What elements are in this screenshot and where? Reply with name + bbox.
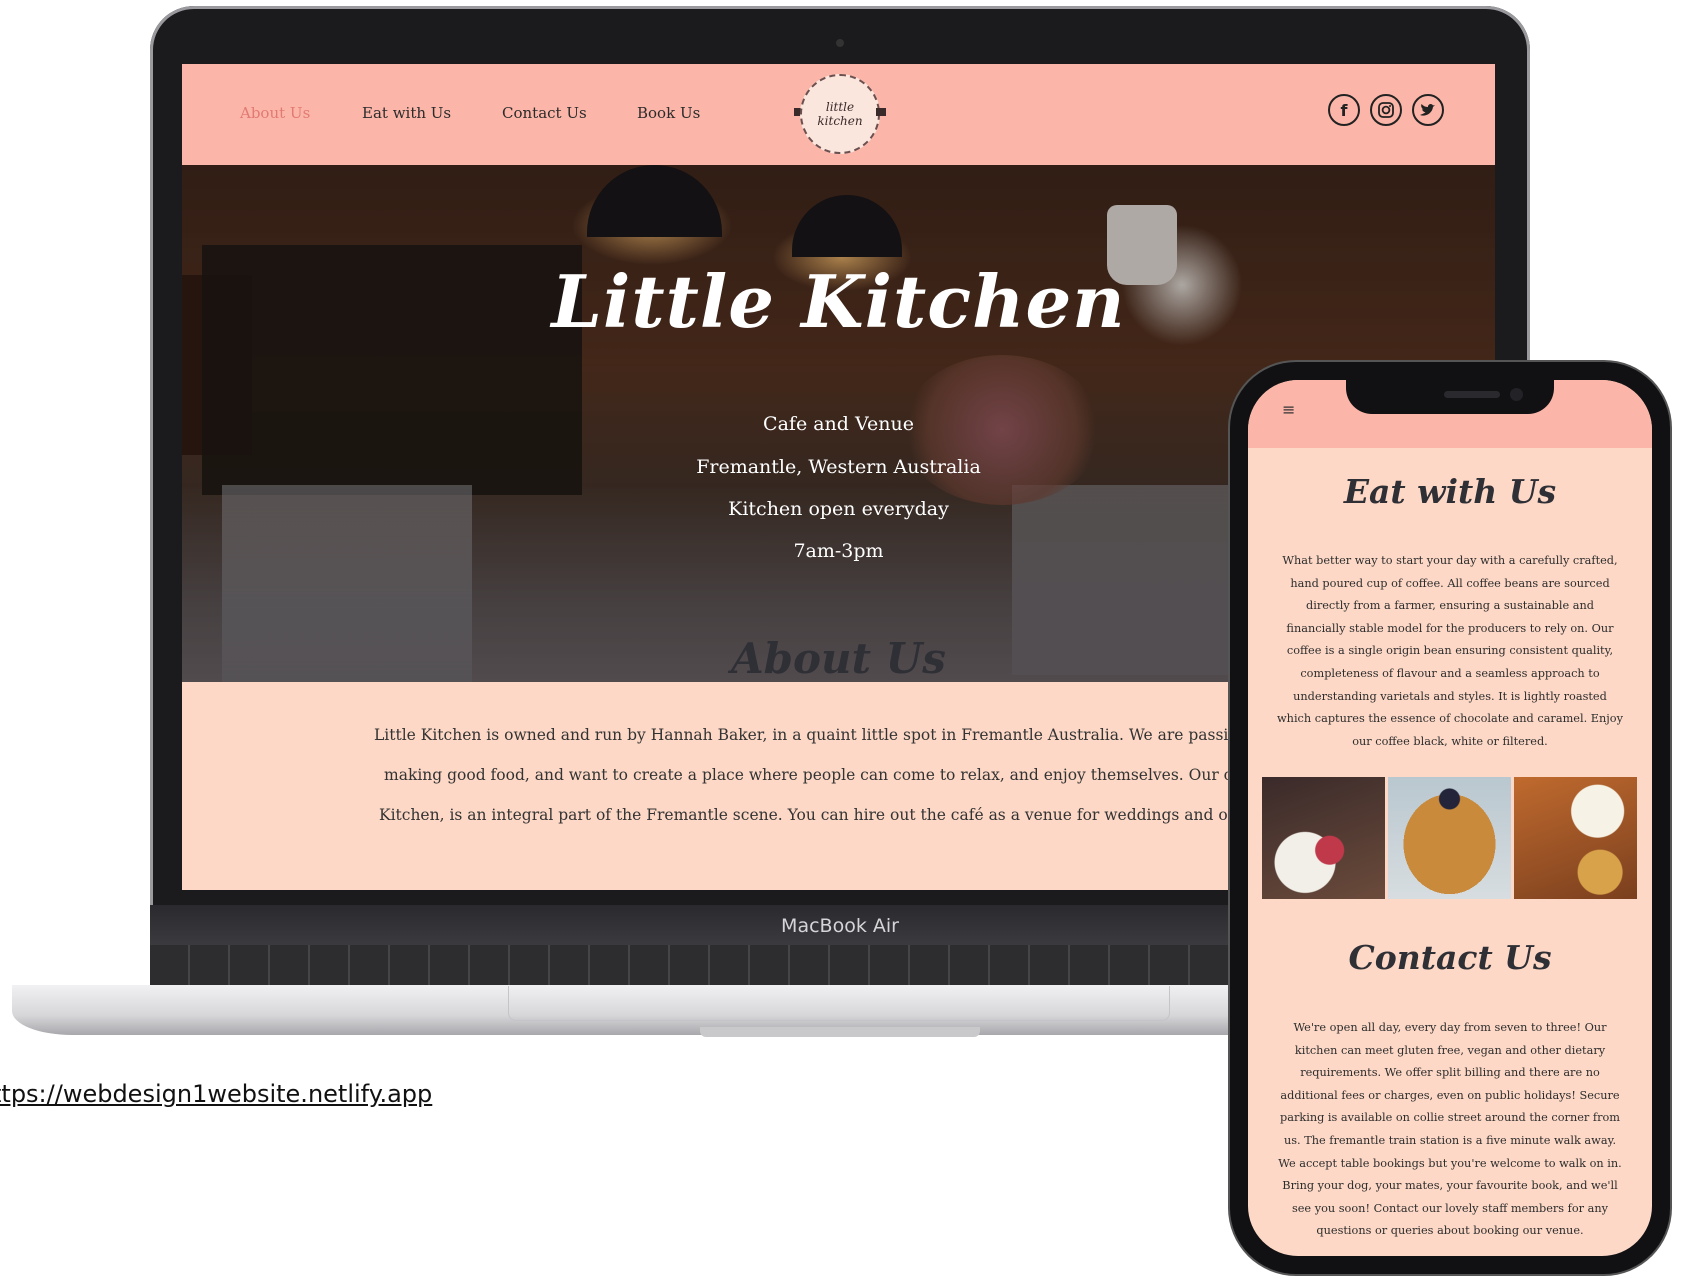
contact-text-line: additional fees or charges, even on publ…: [1280, 1088, 1620, 1102]
eat-text-line: hand poured cup of coffee. All coffee be…: [1290, 576, 1610, 590]
contact-text-line: We're open all day, every day from seven…: [1293, 1021, 1607, 1034]
eat-text-line: coffee is a single origin bean ensuring …: [1286, 644, 1614, 658]
eat-text-line: which captures the essence of chocolate …: [1277, 712, 1623, 726]
coffee-cookie-photo: [1514, 777, 1637, 899]
contact-text-line: questions or queries about booking our v…: [1316, 1224, 1584, 1238]
eat-text-line: financially stable model for the produce…: [1286, 621, 1614, 635]
hero-title: Little Kitchen: [551, 259, 1126, 344]
website-link[interactable]: ttps://webdesign1website.netlify.app: [0, 1080, 432, 1108]
contact-text-line: kitchen can meet gluten free, vegan and …: [1294, 1043, 1606, 1057]
menu-icon[interactable]: ≡: [1282, 400, 1295, 419]
trackpad: [508, 986, 1170, 1021]
pancakes-photo: [1388, 777, 1511, 899]
nav-about-us[interactable]: About Us: [240, 104, 310, 122]
eat-text-line: directly from a farmer, ensuring a susta…: [1305, 599, 1595, 613]
contact-text-line: parking is available on collie street ar…: [1280, 1111, 1620, 1125]
breakfast-photo: [1262, 777, 1385, 899]
contact-text-line: see you soon! Contact our lovely staff m…: [1291, 1201, 1609, 1215]
contact-text-line: requirements. We offer split billing and…: [1300, 1066, 1600, 1080]
phone-notch: [1346, 380, 1554, 414]
contact-title: Contact Us: [1348, 938, 1552, 977]
nav-book-us[interactable]: Book Us: [637, 104, 700, 122]
twitter-icon[interactable]: [1412, 94, 1444, 126]
nav-contact-us[interactable]: Contact Us: [502, 104, 587, 122]
eat-text-line: completeness of flavour and a seamless a…: [1300, 666, 1600, 680]
site-logo[interactable]: little kitchen: [800, 74, 880, 154]
contact-text-line: Bring your dog, your mates, your favouri…: [1282, 1179, 1618, 1193]
instagram-icon[interactable]: [1370, 94, 1402, 126]
site-nav: About Us Eat with Us Contact Us Book Us …: [182, 64, 1495, 165]
eat-text-line: What better way to start your day with a…: [1282, 554, 1618, 567]
eat-text-line: understanding varietals and styles. It i…: [1293, 689, 1607, 703]
facebook-icon[interactable]: f: [1328, 94, 1360, 126]
eat-title: Eat with Us: [1343, 472, 1557, 511]
contact-text-line: us. The fremantle train station is a fiv…: [1283, 1133, 1617, 1147]
contact-text: We're open all day, every day from seven…: [1274, 1017, 1626, 1243]
laptop-notch: [700, 1027, 980, 1037]
camera-icon: [836, 39, 844, 47]
phone-screen: ≡ Eat with Us What better way to start y…: [1248, 380, 1652, 1256]
logo-tab-right: [876, 108, 886, 116]
contact-text-line: We accept table bookings but you're welc…: [1278, 1156, 1622, 1170]
eat-text: What better way to start your day with a…: [1274, 550, 1626, 753]
nav-eat-with-us[interactable]: Eat with Us: [362, 104, 451, 122]
front-camera-icon: [1510, 388, 1523, 401]
logo-text: little kitchen: [817, 100, 863, 128]
phone-frame: ≡ Eat with Us What better way to start y…: [1230, 362, 1670, 1274]
eat-text-line: our coffee black, white or filtered.: [1352, 734, 1548, 748]
speaker-icon: [1444, 391, 1500, 398]
